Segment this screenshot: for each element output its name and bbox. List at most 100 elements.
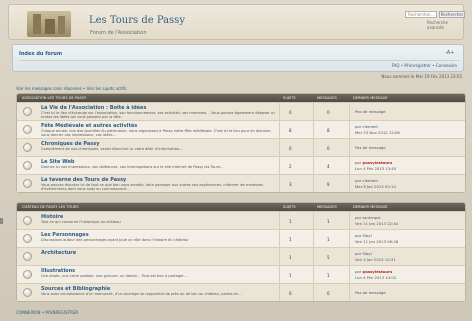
forum-description (41, 256, 277, 265)
nav-links: FAQ • M'enregistrer • Connexion (391, 63, 457, 68)
advanced-search-link[interactable]: Recherche avancée (427, 20, 463, 30)
register-link[interactable]: M'enregistrer (404, 63, 431, 68)
category-header: CHÂTEAU DE PASSY LES TOURS SUJETS MESSAG… (17, 203, 465, 211)
forum-row[interactable]: Illustrations Une photo, une carte postal… (17, 265, 465, 283)
last-post-date: Mar 8 Jan 2013 00:10 (355, 184, 396, 189)
message-count: 9 (327, 182, 330, 187)
category-name[interactable]: ASSOCIATION LES TOURS DE PASSY (22, 96, 86, 100)
forum-row[interactable]: Chroniques de Passy Complément de nos chr… (17, 138, 465, 156)
last-post-user[interactable]: Sibyl (363, 233, 372, 238)
nav-divider (19, 60, 459, 61)
site-title[interactable]: Les Tours de Passy (89, 15, 185, 26)
forum-description: Vous avez connaissance d'un manuscrit, d… (41, 292, 242, 296)
last-post-by: par (355, 124, 362, 129)
forum-status-icon (23, 270, 32, 279)
last-post-by: par (355, 233, 362, 238)
logo-tower (33, 14, 41, 34)
forum-description: Complément de nos chroniques, venez étan… (41, 147, 183, 151)
last-post-by: par (355, 269, 362, 274)
forum-row[interactable]: La taverne des Tours de Passy Vous pouvez… (17, 174, 465, 192)
forum-status-icon (23, 161, 32, 170)
forum-row[interactable]: Architecture 1 5 par Sibyl Ven 4 Jan 2013 10… (17, 247, 465, 265)
column-divider (349, 175, 350, 192)
topic-count: 0 (289, 291, 292, 296)
forum-description: Une photo, une carte postale, une gravur… (41, 274, 188, 278)
last-post-user[interactable]: passylestours (363, 269, 393, 274)
category-header: ASSOCIATION LES TOURS DE PASSY SUJETS ME… (17, 94, 465, 102)
forum-status-icon (23, 216, 32, 225)
column-divider (349, 266, 350, 283)
column-divider (279, 230, 280, 247)
last-post-date: Ven 4 Jan 2013 10:31 (355, 257, 396, 262)
message-count: 4 (327, 164, 330, 169)
font-size-toggle[interactable]: -A+ (445, 50, 454, 56)
column-divider (279, 121, 280, 138)
search-input[interactable]: Rechercher… (405, 11, 437, 18)
topic-count: 1 (289, 273, 292, 278)
message-count: 0 (327, 110, 330, 115)
forum-description: Discussions autour des personnages ayant… (41, 238, 189, 242)
column-divider (279, 212, 280, 229)
last-post-by: par (355, 251, 362, 256)
column-messages: MESSAGES (317, 205, 337, 209)
column-divider (349, 230, 350, 247)
message-count: 0 (327, 291, 330, 296)
last-post-user[interactable]: clement (363, 178, 378, 183)
column-divider (279, 139, 280, 156)
column-divider (349, 121, 350, 138)
last-post-author: par Sibyl (355, 233, 372, 238)
page: Les Tours de Passy Forum de l'Associatio… (4, 4, 468, 317)
column-divider (313, 230, 314, 247)
logo-tower (45, 19, 55, 34)
column-divider (313, 284, 314, 301)
forum-row[interactable]: Le Site Web Donnez ici vos impressions, v… (17, 156, 465, 174)
forum-status-icon (23, 234, 32, 243)
last-post-user[interactable]: Sibyl (363, 251, 372, 256)
topic-count: 0 (289, 110, 292, 115)
site-logo[interactable] (27, 11, 71, 37)
column-divider (313, 121, 314, 138)
column-last-post: DERNIER MESSAGE (353, 205, 388, 209)
column-divider (313, 139, 314, 156)
forum-row[interactable]: Sources et Bibliographie Vous avez connai… (17, 283, 465, 301)
topic-count: 1 (289, 255, 292, 260)
last-post-author: par passylestours (355, 160, 392, 165)
forum-list: La Vie de l'Association : Boîte à idées C… (17, 102, 465, 192)
forum-status-icon (23, 179, 32, 188)
forum-row[interactable]: La Vie de l'Association : Boîte à idées C… (17, 102, 465, 120)
breadcrumb-index[interactable]: Index du forum (19, 51, 62, 57)
forum-description: Tout ce qui concerne l'historique du châ… (41, 220, 121, 224)
forum-row[interactable]: Les Personnages Discussions autour des pe… (17, 229, 465, 247)
topic-count: 1 (289, 219, 292, 224)
column-divider (313, 103, 314, 120)
forum-category: ASSOCIATION LES TOURS DE PASSY SUJETS ME… (16, 93, 466, 193)
forum-status-icon (23, 125, 32, 134)
message-count: 1 (327, 273, 330, 278)
last-post-user[interactable]: tonkmpvt (363, 215, 381, 220)
last-post-date: Lun 4 Fév 2013 13:45 (355, 166, 397, 171)
forum-row[interactable]: Fête Médiévale et autres activités Chaque… (17, 120, 465, 138)
forum-description: Chaque année, lors des Journées du patri… (41, 129, 272, 138)
last-post-date: Lun 4 Fév 2013 14:02 (355, 275, 397, 280)
column-divider (313, 266, 314, 283)
column-divider (313, 157, 314, 174)
last-post-user[interactable]: clement (363, 124, 378, 129)
footer-links[interactable]: CONNEXION • M'ENREGISTRER (16, 310, 78, 315)
faq-link[interactable]: FAQ (392, 63, 400, 68)
search-button[interactable]: Rechercher (439, 11, 465, 18)
last-post-date: Ven 11 Jan 2013 09:28 (355, 239, 399, 244)
login-link[interactable]: Connexion (436, 63, 457, 68)
forum-description: C'est ici le lieu d'échange sur l'associ… (41, 111, 275, 120)
message-count: 5 (327, 255, 330, 260)
last-post-author: par clement (355, 124, 378, 129)
topic-count: 3 (289, 182, 292, 187)
forum-row[interactable]: Histoire Tout ce qui concerne l'historiqu… (17, 211, 465, 229)
column-divider (313, 175, 314, 192)
last-post-user[interactable]: passylestours (363, 160, 393, 165)
last-post-author: par passylestours (355, 269, 392, 274)
last-post-by: par (355, 160, 362, 165)
forum-description: Donnez ici vos impressions, vos doléance… (41, 165, 224, 169)
unread-links[interactable]: Voir les messages sans réponses • Voir l… (16, 86, 126, 91)
column-divider (349, 103, 350, 120)
category-name[interactable]: CHÂTEAU DE PASSY LES TOURS (22, 205, 79, 209)
